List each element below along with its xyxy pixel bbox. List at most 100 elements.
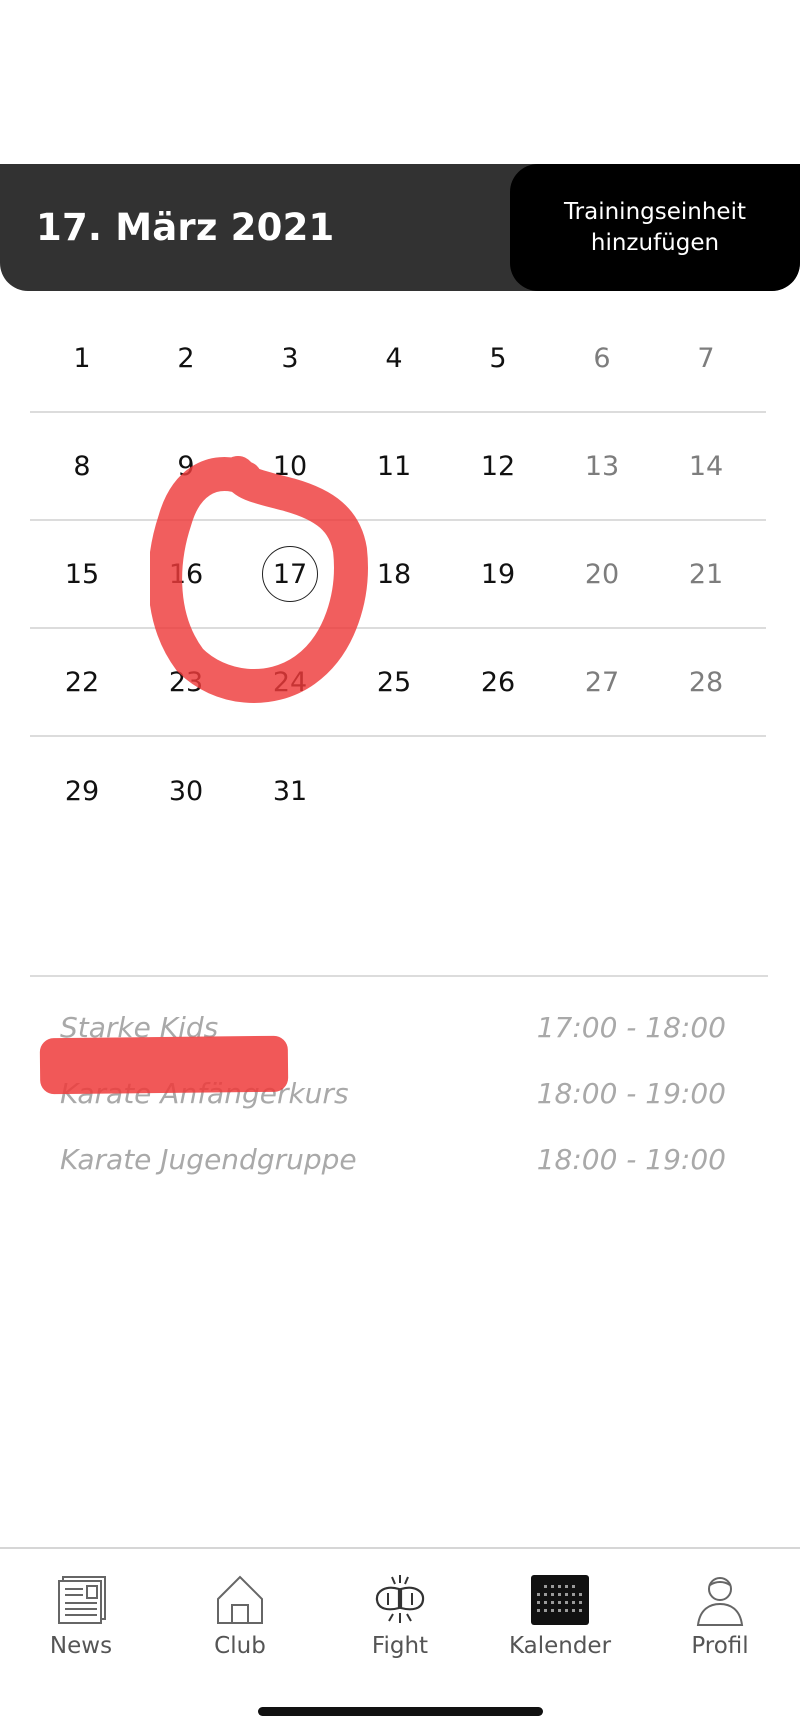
day-number: 27 [584, 666, 620, 698]
day-number: 24 [272, 666, 308, 698]
day-number: 3 [281, 342, 299, 374]
add-training-button[interactable]: Trainingseinheit hinzufügen [510, 164, 800, 291]
session-row[interactable]: Karate Jugendgruppe 18:00 - 19:00 [30, 1126, 768, 1192]
calendar-day[interactable]: 15 [30, 521, 134, 627]
day-number: 15 [64, 558, 100, 590]
add-training-label-line1: Trainingseinheit [564, 198, 746, 225]
calendar-day-empty [654, 737, 758, 845]
session-name: Karate Anfängerkurs [60, 1076, 349, 1110]
day-number: 29 [64, 775, 100, 807]
tab-news[interactable]: News [11, 1573, 151, 1659]
calendar-day[interactable]: 31 [238, 737, 342, 845]
tab-club[interactable]: Club [170, 1573, 310, 1659]
day-number: 16 [168, 558, 204, 590]
day-number: 12 [480, 450, 516, 482]
calendar-week: 15 16 17 18 19 20 21 [30, 521, 766, 629]
session-time: 18:00 - 19:00 [536, 1142, 726, 1176]
session-time: 18:00 - 19:00 [536, 1076, 726, 1110]
calendar-day[interactable]: 28 [654, 629, 758, 735]
tab-kalender[interactable]: Kalender [490, 1573, 630, 1659]
page-title: 17. März 2021 [36, 206, 335, 249]
session-name: Karate Jugendgruppe [60, 1142, 357, 1176]
tab-label: Fight [371, 1633, 429, 1659]
day-number: 5 [489, 342, 507, 374]
day-number: 26 [480, 666, 516, 698]
day-number: 2 [177, 342, 195, 374]
day-number: 23 [168, 666, 204, 698]
tab-label: Profil [691, 1633, 749, 1659]
calendar-day[interactable]: 18 [342, 521, 446, 627]
day-number: 21 [688, 558, 724, 590]
day-number: 11 [376, 450, 412, 482]
home-icon [217, 1575, 263, 1624]
tab-label: Kalender [508, 1633, 612, 1659]
calendar-day[interactable]: 20 [550, 521, 654, 627]
calendar-day[interactable]: 29 [30, 737, 134, 845]
news-icon [58, 1576, 106, 1624]
tab-label: Club [214, 1633, 266, 1659]
day-number: 17 [262, 546, 318, 602]
calendar-day[interactable]: 10 [238, 413, 342, 519]
calendar-day[interactable]: 5 [446, 305, 550, 411]
calendar-week: 29 30 31 [30, 737, 766, 845]
calendar-day[interactable]: 24 [238, 629, 342, 735]
calendar-day[interactable]: 23 [134, 629, 238, 735]
day-number: 25 [376, 666, 412, 698]
calendar-day[interactable]: 12 [446, 413, 550, 519]
day-number: 22 [64, 666, 100, 698]
day-number: 20 [584, 558, 620, 590]
calendar-week: 8 9 10 11 12 13 14 [30, 413, 766, 521]
day-number: 10 [272, 450, 308, 482]
calendar-day-empty [342, 737, 446, 845]
day-number: 31 [272, 775, 308, 807]
calendar-day[interactable]: 2 [134, 305, 238, 411]
calendar-day-selected[interactable]: 17 [238, 521, 342, 627]
calendar-day[interactable]: 25 [342, 629, 446, 735]
bottom-tab-bar: News Club Fight Kalender Profil [0, 1547, 800, 1731]
calendar-day[interactable]: 19 [446, 521, 550, 627]
day-number: 13 [584, 450, 620, 482]
tab-label: News [49, 1633, 113, 1659]
calendar-day[interactable]: 11 [342, 413, 446, 519]
calendar-day[interactable]: 4 [342, 305, 446, 411]
calendar-day[interactable]: 8 [30, 413, 134, 519]
day-number: 28 [688, 666, 724, 698]
calendar-day[interactable]: 22 [30, 629, 134, 735]
calendar-day[interactable]: 9 [134, 413, 238, 519]
home-indicator[interactable] [258, 1707, 543, 1716]
calendar-day[interactable]: 26 [446, 629, 550, 735]
session-row[interactable]: Karate Anfängerkurs 18:00 - 19:00 [30, 1060, 768, 1126]
tab-fight[interactable]: Fight [330, 1573, 470, 1659]
add-training-label-line2: hinzufügen [590, 229, 720, 256]
calendar-day[interactable]: 27 [550, 629, 654, 735]
calendar-day[interactable]: 13 [550, 413, 654, 519]
day-number: 19 [480, 558, 516, 590]
tab-profil[interactable]: Profil [650, 1573, 790, 1659]
calendar-day[interactable]: 7 [654, 305, 758, 411]
day-number: 30 [168, 775, 204, 807]
boxing-gloves-icon [375, 1575, 425, 1623]
calendar-day[interactable]: 3 [238, 305, 342, 411]
calendar-day[interactable]: 14 [654, 413, 758, 519]
calendar-week: 22 23 24 25 26 27 28 [30, 629, 766, 737]
calendar-day-empty [446, 737, 550, 845]
calendar-day[interactable]: 21 [654, 521, 758, 627]
calendar-day[interactable]: 1 [30, 305, 134, 411]
day-number: 7 [697, 342, 715, 374]
calendar-icon [531, 1575, 589, 1625]
day-number: 18 [376, 558, 412, 590]
day-number: 4 [385, 342, 403, 374]
day-number: 6 [593, 342, 611, 374]
day-number: 1 [73, 342, 91, 374]
session-row[interactable]: Starke Kids 17:00 - 18:00 [30, 994, 768, 1060]
month-calendar: 1 2 3 4 5 6 7 8 9 10 11 12 13 14 15 16 1… [30, 305, 766, 845]
calendar-day[interactable]: 16 [134, 521, 238, 627]
calendar-day[interactable]: 30 [134, 737, 238, 845]
calendar-day-empty [550, 737, 654, 845]
calendar-day[interactable]: 6 [550, 305, 654, 411]
calendar-week: 1 2 3 4 5 6 7 [30, 305, 766, 413]
date-header: 17. März 2021 Trainingseinheit hinzufüge… [0, 164, 800, 291]
profile-icon [696, 1577, 744, 1626]
training-session-list: Starke Kids 17:00 - 18:00 Karate Anfänge… [30, 975, 768, 1192]
session-name: Starke Kids [60, 1010, 219, 1044]
